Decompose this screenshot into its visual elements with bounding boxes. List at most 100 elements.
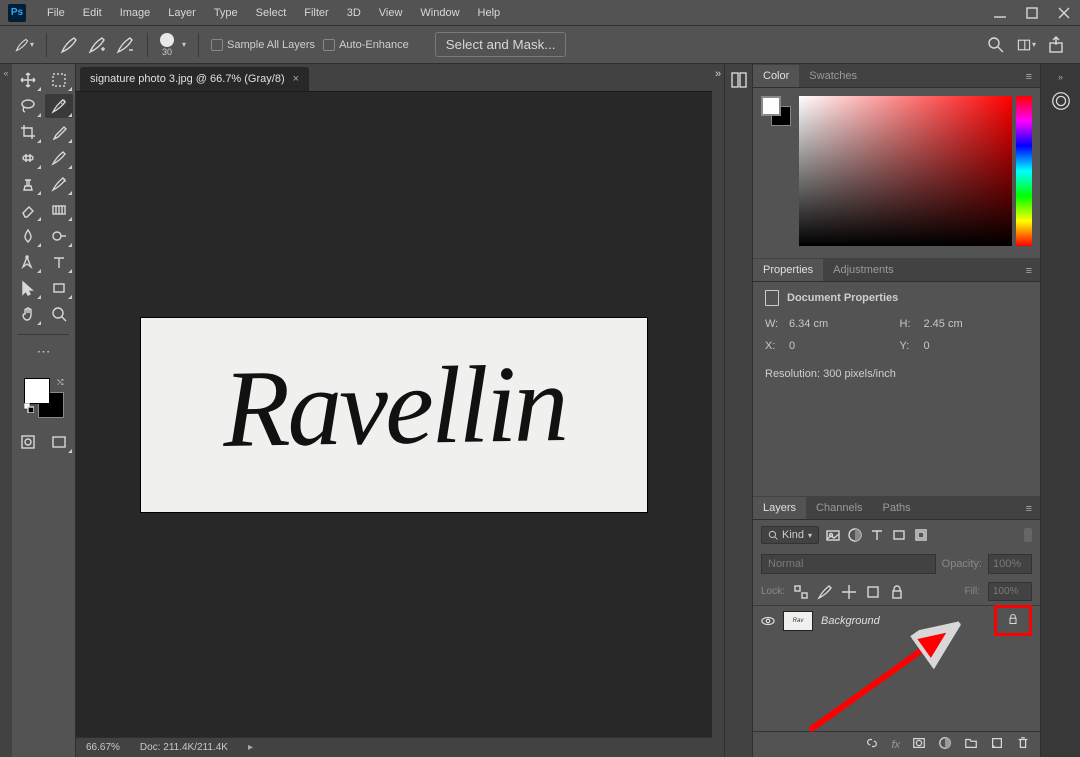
quick-mask-mode[interactable] [14, 430, 42, 454]
link-layers-icon[interactable] [865, 736, 879, 753]
status-more-icon[interactable]: ▸ [248, 742, 253, 753]
layer-visibility-icon[interactable] [761, 614, 775, 628]
foreground-color-swatch[interactable] [24, 378, 50, 404]
menu-view[interactable]: View [370, 7, 412, 19]
color-panel-fg-swatch[interactable] [761, 96, 781, 116]
type-tool[interactable] [45, 250, 73, 274]
left-expand-gutter[interactable]: « [0, 64, 12, 757]
add-selection-icon[interactable] [87, 35, 107, 55]
properties-tab[interactable]: Properties [753, 259, 823, 281]
history-brush-tool[interactable] [45, 172, 73, 196]
eyedropper-tool[interactable] [45, 120, 73, 144]
filter-smart-icon[interactable] [913, 527, 929, 543]
workspace-switcher-icon[interactable]: ▾ [1016, 35, 1036, 55]
brush-tool[interactable] [45, 146, 73, 170]
screen-mode[interactable] [46, 430, 74, 454]
creative-cloud-icon[interactable] [1050, 90, 1072, 115]
channels-tab[interactable]: Channels [806, 497, 872, 519]
menu-select[interactable]: Select [247, 7, 296, 19]
quick-selection-tool[interactable] [45, 94, 73, 118]
new-layer-icon[interactable] [990, 736, 1004, 753]
color-hue-strip[interactable] [1016, 96, 1032, 246]
eraser-tool[interactable] [14, 198, 42, 222]
filter-pixel-icon[interactable] [825, 527, 841, 543]
layer-locked-icon[interactable] [1007, 612, 1019, 626]
menu-file[interactable]: File [38, 7, 74, 19]
paths-tab[interactable]: Paths [873, 497, 921, 519]
fill-input[interactable]: 100% [988, 582, 1032, 601]
canvas[interactable]: Ravellin [141, 318, 647, 512]
select-and-mask-button[interactable]: Select and Mask... [435, 32, 567, 57]
delete-layer-icon[interactable] [1016, 736, 1030, 753]
window-maximize-button[interactable] [1024, 5, 1040, 21]
subtract-selection-icon[interactable] [115, 35, 135, 55]
layer-row-background[interactable]: Rav Background [753, 605, 1040, 635]
dodge-tool[interactable] [45, 224, 73, 248]
menu-layer[interactable]: Layer [159, 7, 205, 19]
color-panel-menu-icon[interactable]: ≡ [1018, 67, 1040, 87]
sample-all-layers-checkbox[interactable]: Sample All Layers [211, 39, 315, 51]
pen-tool[interactable] [14, 250, 42, 274]
menu-help[interactable]: Help [469, 7, 510, 19]
layer-mask-icon[interactable] [912, 736, 926, 753]
zoom-level[interactable]: 66.67% [86, 742, 120, 753]
right-expand-gutter[interactable]: » [712, 64, 724, 757]
hand-tool[interactable] [14, 302, 42, 326]
properties-panel-menu-icon[interactable]: ≡ [1018, 261, 1040, 281]
current-tool-icon[interactable]: ▾ [14, 35, 34, 55]
expand-cc-icon[interactable]: » [1058, 72, 1063, 82]
lock-pixels-icon[interactable] [817, 584, 833, 600]
auto-enhance-checkbox[interactable]: Auto-Enhance [323, 39, 409, 51]
close-tab-icon[interactable]: × [293, 73, 299, 85]
gradient-tool[interactable] [45, 198, 73, 222]
menu-filter[interactable]: Filter [295, 7, 337, 19]
new-selection-icon[interactable] [59, 35, 79, 55]
search-icon[interactable] [986, 35, 1006, 55]
filter-toggle[interactable] [1024, 528, 1032, 542]
doc-size[interactable]: Doc: 211.4K/211.4K [140, 742, 228, 753]
zoom-tool[interactable] [45, 302, 73, 326]
filter-shape-icon[interactable] [891, 527, 907, 543]
layer-thumbnail[interactable]: Rav [783, 611, 813, 631]
blend-mode-dropdown[interactable]: Normal [761, 554, 936, 574]
healing-brush-tool[interactable] [14, 146, 42, 170]
color-saturation-box[interactable] [799, 96, 1012, 246]
lock-all-icon[interactable] [889, 584, 905, 600]
color-tab[interactable]: Color [753, 65, 799, 87]
lock-transparency-icon[interactable] [793, 584, 809, 600]
move-tool[interactable] [14, 68, 42, 92]
swatches-tab[interactable]: Swatches [799, 65, 867, 87]
lock-artboard-icon[interactable] [865, 584, 881, 600]
lasso-tool[interactable] [14, 94, 42, 118]
layer-filter-kind-dropdown[interactable]: Kind▾ [761, 526, 819, 544]
crop-tool[interactable] [14, 120, 42, 144]
opacity-input[interactable]: 100% [988, 554, 1032, 574]
menu-3d[interactable]: 3D [338, 7, 370, 19]
clone-stamp-tool[interactable] [14, 172, 42, 196]
filter-adjustment-icon[interactable] [847, 527, 863, 543]
layers-tab[interactable]: Layers [753, 497, 806, 519]
path-selection-tool[interactable] [14, 276, 42, 300]
collapsed-panel-icon[interactable] [729, 70, 749, 90]
swap-colors-icon[interactable]: ⤭ [57, 378, 63, 388]
canvas-area[interactable]: Ravellin [76, 92, 712, 737]
layer-name[interactable]: Background [821, 615, 986, 627]
menu-edit[interactable]: Edit [74, 7, 111, 19]
rectangle-tool[interactable] [45, 276, 73, 300]
color-panel-swatches[interactable] [761, 96, 791, 126]
tool-more-icon[interactable]: ⋯ [14, 343, 73, 360]
new-group-icon[interactable] [964, 736, 978, 753]
blur-tool[interactable] [14, 224, 42, 248]
default-colors-icon[interactable] [24, 403, 34, 416]
window-minimize-button[interactable] [992, 5, 1008, 21]
filter-type-icon[interactable] [869, 527, 885, 543]
adjustment-layer-icon[interactable] [938, 736, 952, 753]
menu-type[interactable]: Type [205, 7, 247, 19]
lock-position-icon[interactable] [841, 584, 857, 600]
document-tab[interactable]: signature photo 3.jpg @ 66.7% (Gray/8) × [80, 67, 309, 91]
layer-style-icon[interactable]: fx [891, 739, 900, 751]
window-close-button[interactable] [1056, 5, 1072, 21]
menu-window[interactable]: Window [411, 7, 468, 19]
layers-panel-menu-icon[interactable]: ≡ [1018, 499, 1040, 519]
marquee-tool[interactable] [45, 68, 73, 92]
